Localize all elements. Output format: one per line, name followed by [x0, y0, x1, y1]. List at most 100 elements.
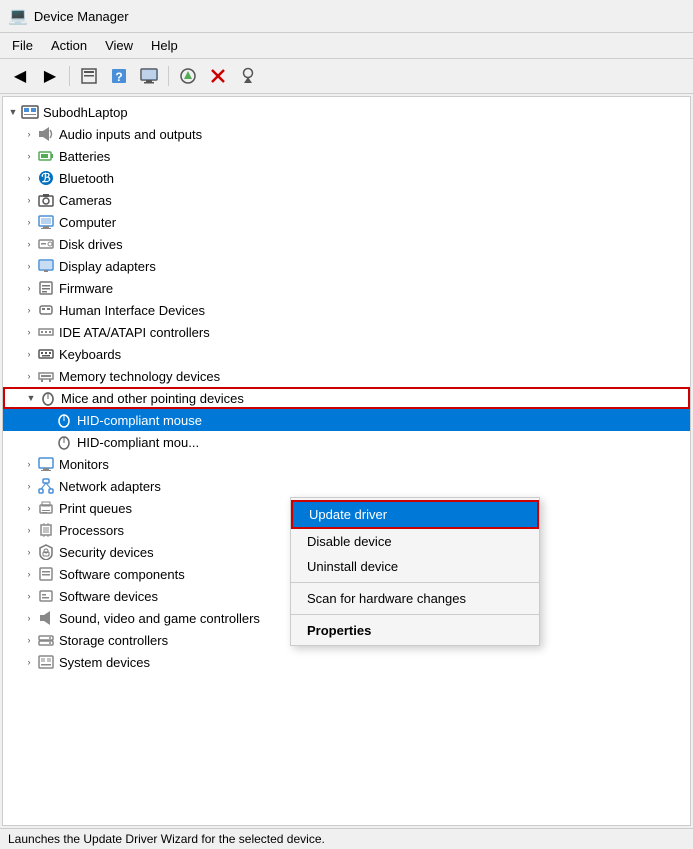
print-icon [37, 499, 55, 517]
network-icon [37, 477, 55, 495]
mice-toggle[interactable]: ▼ [23, 390, 39, 406]
ctx-scan-hardware[interactable]: Scan for hardware changes [291, 586, 539, 611]
forward-button[interactable]: ▶ [36, 63, 64, 89]
display-label: Display adapters [59, 259, 156, 274]
monitor-button[interactable] [135, 63, 163, 89]
print-toggle[interactable]: › [21, 500, 37, 516]
cameras-toggle[interactable]: › [21, 192, 37, 208]
tree-hid[interactable]: › Human Interface Devices [3, 299, 690, 321]
network-label: Network adapters [59, 479, 161, 494]
tree-hid-mouse1[interactable]: HID-compliant mouse [3, 409, 690, 431]
tree-mice[interactable]: ▼ Mice and other pointing devices [3, 387, 690, 409]
hid-mouse1-icon [55, 411, 73, 429]
keyboards-label: Keyboards [59, 347, 121, 362]
ctx-properties[interactable]: Properties [291, 618, 539, 643]
security-label: Security devices [59, 545, 154, 560]
monitors-toggle[interactable]: › [21, 456, 37, 472]
menu-file[interactable]: File [4, 35, 41, 56]
memory-label: Memory technology devices [59, 369, 220, 384]
network-toggle[interactable]: › [21, 478, 37, 494]
root-label: SubodhLaptop [43, 105, 128, 120]
tree-memory[interactable]: › Memory technology devices [3, 365, 690, 387]
tree-ide[interactable]: › IDE ATA/ATAPI controllers [3, 321, 690, 343]
tree-computer[interactable]: › Computer [3, 211, 690, 233]
tree-root[interactable]: ▼ SubodhLaptop [3, 101, 690, 123]
tree-network[interactable]: › Network adapters [3, 475, 690, 497]
firmware-toggle[interactable]: › [21, 280, 37, 296]
sound-toggle[interactable]: › [21, 610, 37, 626]
ctx-uninstall-device[interactable]: Uninstall device [291, 554, 539, 579]
diskdrives-toggle[interactable]: › [21, 236, 37, 252]
properties-button[interactable] [75, 63, 103, 89]
diskdrives-icon [37, 235, 55, 253]
display-toggle[interactable]: › [21, 258, 37, 274]
mice-icon [39, 389, 57, 407]
hid-mouse1-toggle [39, 412, 55, 428]
storage-toggle[interactable]: › [21, 632, 37, 648]
tree-cameras[interactable]: › Cameras [3, 189, 690, 211]
status-bar: Launches the Update Driver Wizard for th… [0, 828, 693, 849]
cameras-label: Cameras [59, 193, 112, 208]
keyboards-toggle[interactable]: › [21, 346, 37, 362]
tree-monitors[interactable]: › Monitors [3, 453, 690, 475]
status-text: Launches the Update Driver Wizard for th… [8, 832, 325, 846]
update-driver-button[interactable] [174, 63, 202, 89]
tree-system[interactable]: › System devices [3, 651, 690, 673]
root-toggle[interactable]: ▼ [5, 104, 21, 120]
diskdrives-label: Disk drives [59, 237, 123, 252]
monitors-icon [37, 455, 55, 473]
hid-toggle[interactable]: › [21, 302, 37, 318]
memory-icon [37, 367, 55, 385]
app-title: Device Manager [34, 9, 129, 24]
system-toggle[interactable]: › [21, 654, 37, 670]
remove-button[interactable] [204, 63, 232, 89]
proc-icon [37, 521, 55, 539]
ctx-separator2 [291, 614, 539, 615]
print-label: Print queues [59, 501, 132, 516]
help-button[interactable]: ? [105, 63, 133, 89]
hid-label: Human Interface Devices [59, 303, 205, 318]
bluetooth-toggle[interactable]: › [21, 170, 37, 186]
softwarecomp-toggle[interactable]: › [21, 566, 37, 582]
memory-toggle[interactable]: › [21, 368, 37, 384]
ctx-update-driver[interactable]: Update driver [291, 500, 539, 529]
tree-firmware[interactable]: › Firmware [3, 277, 690, 299]
scan-button[interactable] [234, 63, 262, 89]
audio-toggle[interactable]: › [21, 126, 37, 142]
ide-toggle[interactable]: › [21, 324, 37, 340]
audio-label: Audio inputs and outputs [59, 127, 202, 142]
tree-display[interactable]: › Display adapters [3, 255, 690, 277]
ctx-disable-device[interactable]: Disable device [291, 529, 539, 554]
menu-view[interactable]: View [97, 35, 141, 56]
audio-icon [37, 125, 55, 143]
system-icon [37, 653, 55, 671]
softwaredev-toggle[interactable]: › [21, 588, 37, 604]
hid-icon [37, 301, 55, 319]
tree-diskdrives[interactable]: › Disk drives [3, 233, 690, 255]
tree-batteries[interactable]: › Batteries [3, 145, 690, 167]
firmware-label: Firmware [59, 281, 113, 296]
batteries-label: Batteries [59, 149, 110, 164]
batteries-toggle[interactable]: › [21, 148, 37, 164]
proc-toggle[interactable]: › [21, 522, 37, 538]
monitors-label: Monitors [59, 457, 109, 472]
menu-bar: File Action View Help [0, 33, 693, 59]
computer-toggle[interactable]: › [21, 214, 37, 230]
tree-bluetooth[interactable]: › ℬ Bluetooth [3, 167, 690, 189]
menu-action[interactable]: Action [43, 35, 95, 56]
tree-keyboards[interactable]: › Keyboards [3, 343, 690, 365]
bluetooth-icon: ℬ [37, 169, 55, 187]
system-label: System devices [59, 655, 150, 670]
back-button[interactable]: ◀ [6, 63, 34, 89]
hid-mouse1-label: HID-compliant mouse [77, 413, 202, 428]
main-content: ▼ SubodhLaptop › Audio inputs and output… [2, 96, 691, 826]
menu-help[interactable]: Help [143, 35, 186, 56]
security-toggle[interactable]: › [21, 544, 37, 560]
hid-mouse2-label: HID-compliant mou... [77, 435, 199, 450]
cameras-icon [37, 191, 55, 209]
app-icon: 💻 [8, 6, 28, 26]
tree-hid-mouse2[interactable]: HID-compliant mou... [3, 431, 690, 453]
ide-label: IDE ATA/ATAPI controllers [59, 325, 210, 340]
storage-icon [37, 631, 55, 649]
tree-audio[interactable]: › Audio inputs and outputs [3, 123, 690, 145]
